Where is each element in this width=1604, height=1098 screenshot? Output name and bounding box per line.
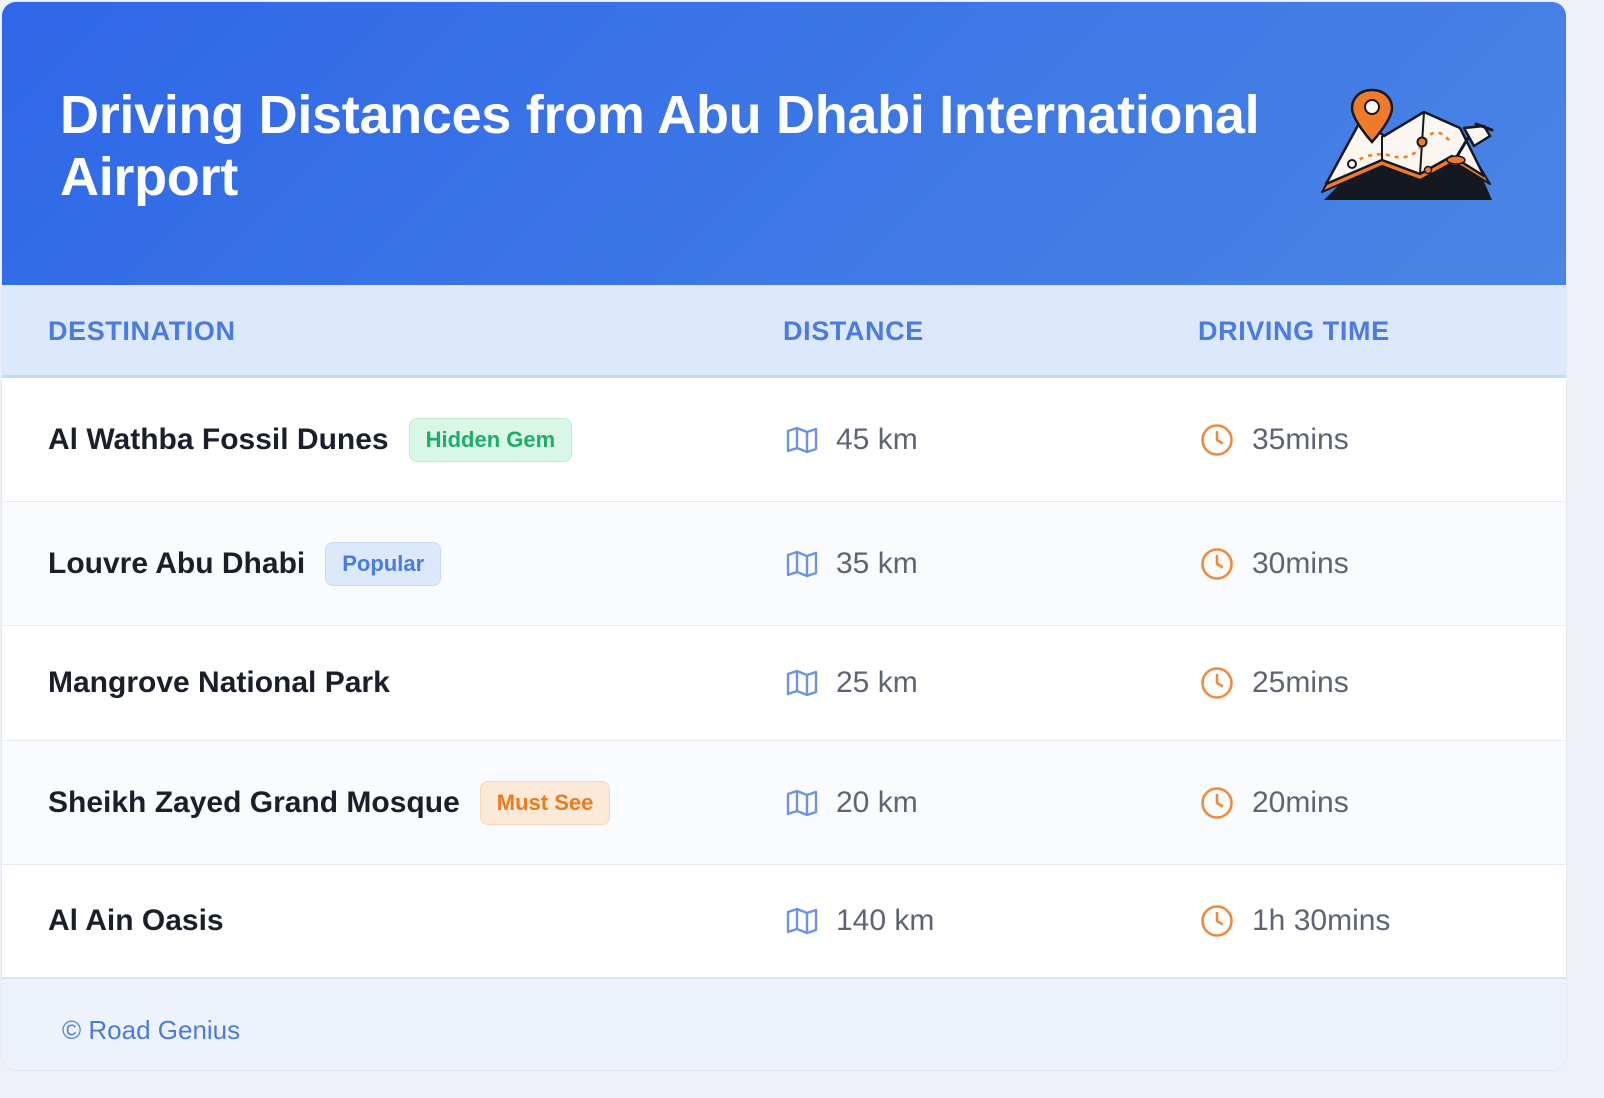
map-icon	[786, 669, 818, 697]
badge-must-see: Must See	[479, 780, 611, 825]
distance-value: 140 km	[836, 904, 935, 937]
destination-name: Al Wathba Fossil Dunes	[48, 422, 389, 456]
clock-icon	[1201, 905, 1233, 937]
card-footer: © Road Genius	[2, 977, 1566, 1070]
distance-cell: 45 km	[786, 423, 918, 457]
destination-cell: Al Ain Oasis	[48, 904, 224, 938]
destination-cell: Louvre Abu Dhabi Popular	[48, 541, 442, 586]
destination-cell: Sheikh Zayed Grand Mosque Must See	[48, 780, 611, 825]
table-header: DESTINATION DISTANCE DRIVING TIME	[2, 285, 1566, 378]
map-icon	[786, 789, 818, 816]
distance-value: 45 km	[836, 422, 918, 456]
destination-cell: Al Wathba Fossil Dunes Hidden Gem	[48, 417, 573, 462]
map-with-pins-icon	[1321, 88, 1494, 200]
destination-name: Sheikh Zayed Grand Mosque	[48, 785, 460, 819]
driving-time-cell: 1h 30mins	[1200, 904, 1390, 938]
map-icon	[786, 550, 818, 577]
column-header-distance: DISTANCE	[783, 316, 924, 346]
driving-time-cell: 20mins	[1200, 786, 1349, 820]
clock-icon	[1201, 423, 1233, 456]
table-row: Sheikh Zayed Grand Mosque Must See 20 km…	[2, 741, 1566, 865]
distance-card: Driving Distances from Abu Dhabi Interna…	[2, 2, 1566, 1070]
map-icon	[786, 426, 818, 453]
badge-hidden-gem: Hidden Gem	[408, 417, 573, 462]
destination-name: Louvre Abu Dhabi	[48, 546, 306, 580]
driving-time-value: 25mins	[1252, 666, 1349, 699]
driving-time-value: 35mins	[1252, 422, 1349, 456]
driving-time-value: 1h 30mins	[1252, 904, 1391, 937]
clock-icon	[1201, 547, 1233, 580]
driving-time-value: 30mins	[1252, 546, 1349, 580]
distance-cell: 35 km	[786, 547, 918, 581]
distance-value: 35 km	[836, 546, 918, 580]
table-row: Al Ain Oasis 140 km 1h 30mins	[2, 865, 1566, 977]
clock-icon	[1201, 786, 1233, 819]
column-header-driving-time: DRIVING TIME	[1198, 316, 1390, 346]
destination-name: Al Ain Oasis	[48, 904, 224, 937]
table-row: Louvre Abu Dhabi Popular 35 km 30mins	[2, 502, 1566, 626]
driving-time-cell: 25mins	[1200, 666, 1349, 700]
page-title: Driving Distances from Abu Dhabi Interna…	[60, 85, 1260, 207]
badge-popular: Popular	[325, 541, 442, 586]
distance-cell: 25 km	[786, 666, 918, 700]
driving-time-value: 20mins	[1252, 785, 1349, 819]
table-row: Mangrove National Park 25 km 25mins	[2, 626, 1566, 741]
map-icon	[786, 907, 818, 935]
column-header-destination: DESTINATION	[48, 316, 236, 346]
copyright-credit: © Road Genius	[62, 1015, 241, 1045]
destination-name: Mangrove National Park	[48, 666, 390, 699]
clock-icon	[1201, 667, 1233, 699]
driving-time-cell: 35mins	[1200, 423, 1349, 457]
distance-value: 20 km	[836, 785, 918, 819]
driving-time-cell: 30mins	[1200, 547, 1349, 581]
distance-cell: 20 km	[786, 786, 918, 820]
distance-value: 25 km	[836, 666, 918, 699]
distance-cell: 140 km	[786, 904, 934, 938]
table-row: Al Wathba Fossil Dunes Hidden Gem 45 km …	[2, 378, 1566, 502]
card-header: Driving Distances from Abu Dhabi Interna…	[2, 2, 1566, 285]
destination-cell: Mangrove National Park	[48, 666, 390, 700]
